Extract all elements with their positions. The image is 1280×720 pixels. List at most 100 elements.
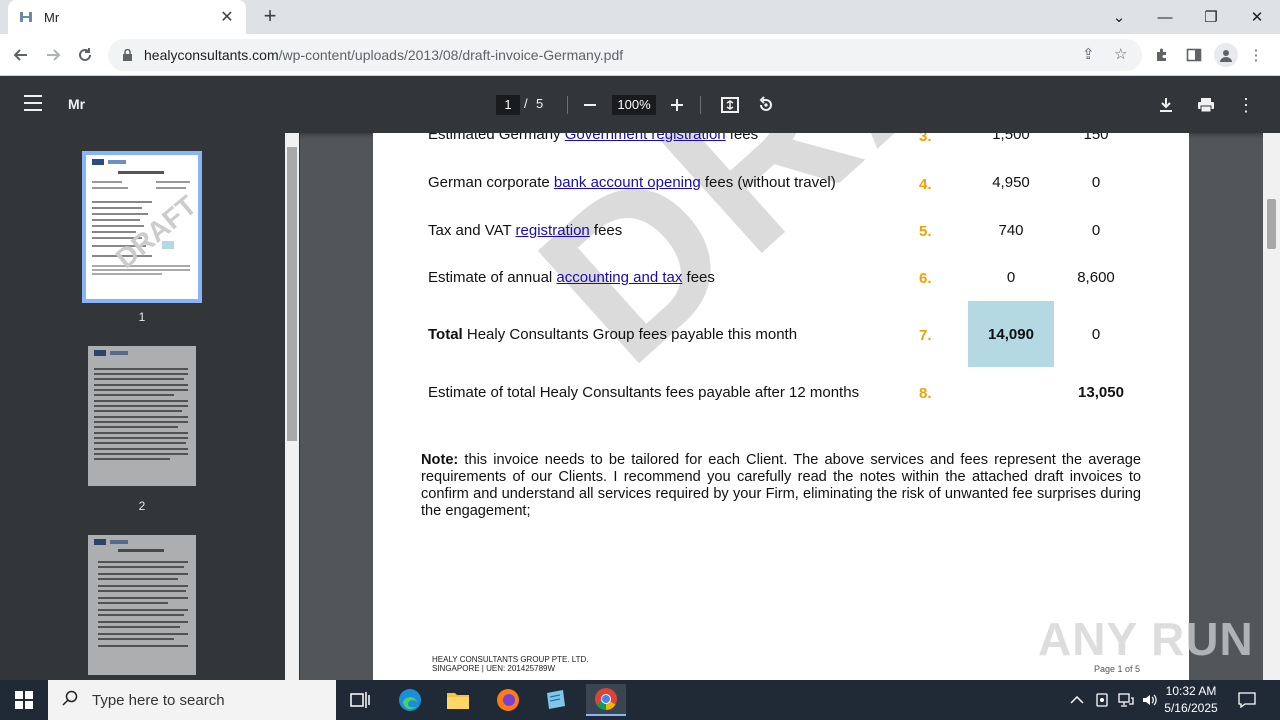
thumbnail-label-2: 2 — [138, 499, 146, 513]
bank-account-opening-link[interactable]: bank account opening — [554, 174, 701, 191]
notepad-app-icon[interactable] — [536, 684, 576, 716]
more-options-icon[interactable]: ⋮ — [1234, 93, 1258, 117]
note-text: this invoice needs to be tailored for ea… — [421, 452, 1141, 519]
row-text: fees (without travel) — [700, 174, 836, 191]
tab-title: Mr — [44, 9, 60, 25]
back-button[interactable] — [8, 42, 34, 68]
forward-button[interactable] — [40, 42, 66, 68]
extensions-puzzle-icon[interactable] — [1152, 45, 1172, 65]
sidebar-menu-icon[interactable] — [24, 95, 42, 113]
sidebar-scroll-thumb[interactable] — [287, 147, 297, 441]
start-button[interactable] — [0, 680, 48, 720]
file-explorer-icon[interactable] — [438, 684, 478, 716]
chrome-icon[interactable] — [586, 684, 626, 716]
row-text: Estimated Germany — [428, 133, 565, 143]
total-fee-value: 14,090 — [988, 326, 1034, 343]
bookmark-star-icon[interactable]: ☆ — [1114, 45, 1127, 63]
document-scroll-thumb[interactable] — [1267, 199, 1276, 249]
rotate-icon[interactable] — [754, 93, 778, 117]
fee-row-3-label: Estimated Germany Government registratio… — [428, 133, 758, 143]
address-bar[interactable]: healyconsultants.com/wp-content/uploads/… — [108, 39, 1142, 71]
clock-time: 10:32 AM — [1165, 684, 1217, 698]
network-icon[interactable] — [1118, 680, 1134, 720]
fee-value: 0 — [1091, 174, 1101, 191]
fee-value: 150 — [1083, 133, 1109, 143]
new-tab-button[interactable]: + — [258, 5, 282, 29]
site-favicon-icon — [18, 9, 34, 25]
row-text: fees — [589, 222, 623, 239]
minimize-button[interactable]: — — [1142, 0, 1188, 34]
tab-search-icon[interactable]: ⌄ — [1096, 0, 1142, 34]
anyrun-watermark: ANY RUN — [1038, 613, 1254, 665]
row-number: 3. — [919, 133, 932, 145]
lock-icon — [122, 48, 134, 61]
document-scrollbar[interactable] — [1263, 133, 1280, 680]
reload-button[interactable] — [72, 42, 98, 68]
total-row-label: Total Healy Consultants Group fees payab… — [428, 326, 797, 343]
row-number: 5. — [919, 223, 932, 240]
row-text: Tax and VAT — [428, 222, 516, 239]
side-panel-icon[interactable] — [1184, 45, 1204, 65]
footer-company: HEALY CONSULTANTS GROUP PTE. LTD. — [432, 655, 589, 664]
browser-menu-icon[interactable]: ⋮ — [1246, 45, 1266, 65]
fee-value: 8,600 — [1077, 269, 1115, 286]
search-placeholder: Type here to search — [92, 691, 225, 709]
taskbar-search-box[interactable]: Type here to search — [48, 680, 336, 720]
row-number: 8. — [919, 385, 932, 402]
tab-close-icon[interactable]: ✕ — [218, 7, 236, 27]
zoom-level-input[interactable]: 100% — [612, 95, 656, 115]
thumbnail-label-1: 1 — [138, 310, 146, 324]
document-title: Mr — [68, 96, 86, 112]
fee-value: 740 — [998, 222, 1024, 239]
row-text: fees — [725, 133, 759, 143]
show-hidden-icons[interactable] — [1070, 680, 1084, 720]
row-text: Healy Consultants Group fees payable thi… — [462, 326, 798, 343]
edge-browser-icon[interactable] — [390, 684, 430, 716]
accounting-and-tax-link[interactable]: accounting and tax — [556, 269, 682, 286]
page-thumbnail-2[interactable] — [88, 346, 196, 486]
close-window-button[interactable]: ✕ — [1234, 0, 1280, 34]
sidebar-scrollbar[interactable] — [285, 133, 299, 680]
tab-strip: Mr ✕ + ⌄ — ❐ ✕ — [0, 0, 1280, 34]
firefox-icon[interactable] — [488, 684, 528, 716]
pdf-toolbar: Mr 1 / 5 100% ⋮ — [0, 76, 1280, 133]
row-text: fees — [682, 269, 715, 286]
zoom-out-button[interactable] — [578, 93, 602, 117]
footer-uen: SINGAPORE | UEN: 201425789W — [432, 664, 556, 673]
profile-avatar-icon[interactable] — [1214, 43, 1238, 67]
government-registration-link[interactable]: Government registration — [565, 133, 726, 143]
fee-value: 1,500 — [992, 133, 1030, 143]
windows-taskbar: Type here to search 10:32 AM 5/16/2025 — [0, 680, 1280, 720]
share-icon[interactable]: ⇪ — [1082, 45, 1095, 63]
row-number: 6. — [919, 270, 932, 287]
fee-row-5-label: Tax and VAT registration fees — [428, 222, 622, 239]
total-label: Total — [428, 326, 463, 343]
search-icon — [62, 690, 80, 711]
zoom-in-button[interactable] — [665, 93, 689, 117]
page-thumbnail-3[interactable] — [88, 535, 196, 675]
download-icon[interactable] — [1154, 93, 1178, 117]
print-icon[interactable] — [1194, 93, 1218, 117]
row-text: German corporate — [428, 174, 554, 191]
fee-value: 4,950 — [992, 174, 1030, 191]
notifications-icon[interactable] — [1238, 680, 1256, 720]
page-number-input[interactable]: 1 — [496, 95, 520, 115]
pdf-page: DRAFT Estimated Germany Government regis… — [373, 133, 1189, 680]
restore-button[interactable]: ❐ — [1188, 0, 1234, 34]
invoice-note: Note: this invoice needs to be tailored … — [421, 452, 1141, 520]
page-thumbnail-1[interactable]: DRAFT — [82, 151, 202, 303]
system-clock[interactable]: 10:32 AM 5/16/2025 — [1160, 683, 1222, 717]
registration-link[interactable]: registration — [516, 222, 590, 239]
toolbar-divider — [700, 96, 701, 114]
task-view-icon[interactable] — [340, 684, 380, 716]
browser-tab[interactable]: Mr ✕ — [8, 0, 246, 34]
fee-value: 0 — [1091, 222, 1101, 239]
fit-page-icon[interactable] — [718, 93, 742, 117]
volume-icon[interactable] — [1142, 680, 1158, 720]
fee-value: 0 — [1006, 269, 1016, 286]
meet-now-icon[interactable] — [1095, 680, 1111, 720]
fee-row-6-label: Estimate of annual accounting and tax fe… — [428, 269, 715, 286]
thumbnail-sidebar: DRAFT 1 2 — [0, 133, 300, 680]
url-path: /wp-content/uploads/2013/08/draft-invoic… — [278, 47, 624, 63]
estimate-row-label: Estimate of total Healy Consultants fees… — [428, 384, 860, 401]
